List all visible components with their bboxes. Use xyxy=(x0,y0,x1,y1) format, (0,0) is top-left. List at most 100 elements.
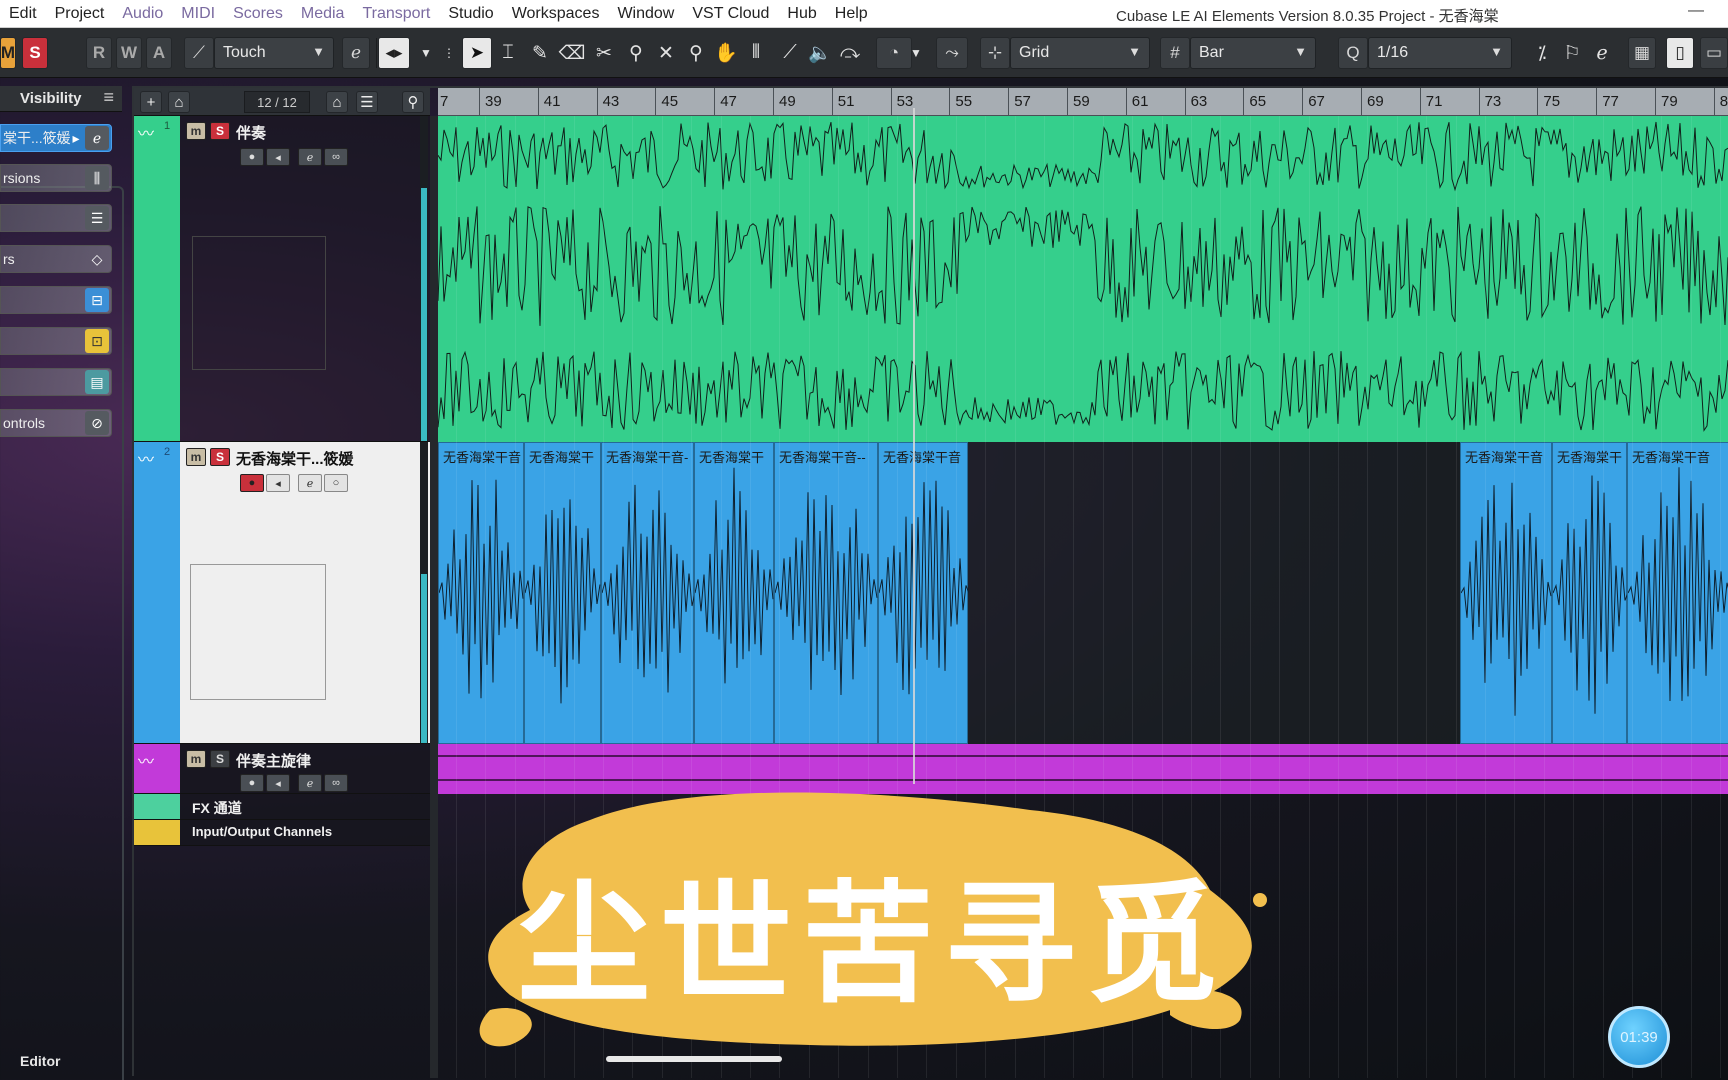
meter-icon[interactable]: ▤ xyxy=(85,370,109,394)
record-enable-icon[interactable]: ● xyxy=(240,148,264,166)
inspector-track-row[interactable]: 棠干...筱媛 ▸ ℯ xyxy=(0,124,112,152)
home-icon[interactable]: ⌂ xyxy=(326,91,348,113)
audio-event-vocal[interactable]: 无香海棠干音 xyxy=(1627,442,1728,744)
menu-window[interactable]: Window xyxy=(608,5,683,23)
grid-icon[interactable]: # xyxy=(1160,37,1190,69)
warp-tool-icon[interactable]: ⫴ xyxy=(742,37,770,69)
iterative-quantize-icon[interactable]: ⁒ xyxy=(1528,37,1556,69)
object-selection-tool-icon[interactable]: ➤ xyxy=(462,37,492,69)
menu-scores[interactable]: Scores xyxy=(224,5,292,23)
lower-zone-icon[interactable]: ▭ xyxy=(1700,37,1728,69)
audio-event-vocal[interactable]: 无香海棠干 xyxy=(1552,442,1628,744)
solo-all-button[interactable]: S xyxy=(22,37,48,69)
menu-studio[interactable]: Studio xyxy=(439,5,502,23)
inspector-controls-row[interactable]: ontrols ⊘ xyxy=(0,409,112,437)
menu-icon[interactable]: ≡ xyxy=(103,87,114,108)
audio-event-vocal[interactable]: 无香海棠干音- xyxy=(601,442,695,744)
audio-event-vocal[interactable]: 无香海棠干音 xyxy=(878,442,969,744)
visibility-tab[interactable]: Visibility xyxy=(20,90,81,107)
automation-mode-icon[interactable]: ⟋ xyxy=(184,37,214,69)
folder-track-io[interactable]: Input/Output Channels xyxy=(134,820,430,846)
solo-button[interactable]: S xyxy=(210,448,230,466)
record-enable-icon[interactable]: ● xyxy=(240,474,264,492)
mixer-icon[interactable]: ☰ xyxy=(85,206,109,230)
menu-audio[interactable]: Audio xyxy=(113,5,172,23)
automation-mode-dropdown[interactable]: Touch ▼ xyxy=(214,37,334,69)
automation-panel-button[interactable]: A xyxy=(146,37,172,69)
edit-in-place-icon[interactable]: ℯ xyxy=(342,37,370,69)
chevron-down-icon[interactable]: ▼ xyxy=(412,37,440,69)
speaker-icon[interactable]: 🔈 xyxy=(806,37,834,69)
track-header-1[interactable]: 〰 1 m S 伴奏 ● ◂ ℯ ∞ xyxy=(134,116,430,442)
editor-tab[interactable]: Editor xyxy=(20,1053,60,1069)
timeline-ruler[interactable]: 7 39 41 43 45 47 49 51 53 55 57 59 61 63 65 67 69 71 73 75 7… xyxy=(438,88,1728,116)
audio-event-vocal[interactable]: 无香海棠干 xyxy=(524,442,601,744)
link-icon[interactable]: ∞ xyxy=(324,774,348,792)
snap-type-dropdown[interactable]: Grid ▼ xyxy=(1010,37,1150,69)
lane-icon[interactable]: ○ xyxy=(324,474,348,492)
search-icon[interactable]: ⚲ xyxy=(402,91,424,113)
edit-channel-icon[interactable]: ℯ xyxy=(298,148,322,166)
edit-channel-icon[interactable]: ℯ xyxy=(298,774,322,792)
zoom-tool-icon[interactable]: ⚲ xyxy=(682,37,710,69)
menu-edit[interactable]: Edit xyxy=(0,5,46,23)
audio-event-vocal[interactable]: 无香海棠干音 xyxy=(1460,442,1552,744)
solo-button[interactable]: S xyxy=(210,122,230,140)
quantize-dropdown[interactable]: 1/16 ▼ xyxy=(1368,37,1512,69)
mute-all-button[interactable]: M xyxy=(0,37,16,69)
folder-track-fx[interactable]: FX 通道 xyxy=(134,794,430,820)
track-name[interactable]: 伴奏主旋律 xyxy=(236,750,311,771)
flag-icon[interactable]: ⚐ xyxy=(1558,37,1586,69)
mute-button[interactable]: m xyxy=(186,448,206,466)
splitter[interactable] xyxy=(430,116,438,1078)
split-tool-icon[interactable]: ✂ xyxy=(590,37,618,69)
audio-event-vocal[interactable]: 无香海棠干音 xyxy=(438,442,524,744)
notepad-icon[interactable]: ⊡ xyxy=(85,329,109,353)
folder-add-icon[interactable]: ⌂ xyxy=(168,91,190,113)
menu-hub[interactable]: Hub xyxy=(778,5,825,23)
line-tool-icon[interactable]: ⟋ xyxy=(776,37,804,69)
project-cursor[interactable] xyxy=(913,108,915,784)
track-name[interactable]: 伴奏 xyxy=(236,122,266,143)
audio-event-vocal[interactable]: 无香海棠干 xyxy=(694,442,774,744)
menu-project[interactable]: Project xyxy=(46,5,114,23)
link-icon[interactable]: ∞ xyxy=(324,148,348,166)
inspector-notepad-row[interactable]: ⊡ xyxy=(0,327,112,355)
versions-icon[interactable]: ⫼ xyxy=(85,166,109,190)
inspector-markers-row[interactable]: rs ◇ xyxy=(0,245,112,273)
range-selection-tool-icon[interactable]: ⌶ xyxy=(494,37,522,69)
chevron-down-icon[interactable]: ▼ xyxy=(902,37,930,69)
keyboard-icon[interactable]: ▦ xyxy=(1628,37,1656,69)
monitor-icon[interactable]: ◂ xyxy=(266,774,290,792)
inspector-fader-row[interactable]: ⊟ xyxy=(0,286,112,314)
circle-slash-icon[interactable]: ⊘ xyxy=(85,411,109,435)
erase-tool-icon[interactable]: ⌫ xyxy=(558,37,586,69)
hand-tool-icon[interactable]: ✋ xyxy=(712,37,740,69)
left-zone-icon[interactable]: ▯ xyxy=(1666,37,1694,69)
mute-button[interactable]: m xyxy=(186,750,206,768)
menu-help[interactable]: Help xyxy=(826,5,877,23)
color-tool-icon[interactable]: ⤼ xyxy=(836,37,864,69)
menu-workspaces[interactable]: Workspaces xyxy=(503,5,609,23)
menu-midi[interactable]: MIDI xyxy=(172,5,224,23)
quantize-icon[interactable]: Q xyxy=(1338,37,1368,69)
read-automation-button[interactable]: R xyxy=(86,37,112,69)
track-name[interactable]: 无香海棠干...筱媛 xyxy=(236,448,354,469)
horizontal-scrollbar[interactable] xyxy=(606,1056,782,1062)
mute-button[interactable]: m xyxy=(186,122,206,140)
fader-icon[interactable]: ⊟ xyxy=(85,288,109,312)
glue-tool-icon[interactable]: ⚲ xyxy=(622,37,650,69)
edit-icon[interactable]: ℯ xyxy=(85,126,109,150)
grid-type-dropdown[interactable]: Bar ▼ xyxy=(1190,37,1316,69)
menu-vst-cloud[interactable]: VST Cloud xyxy=(683,5,778,23)
mute-tool-icon[interactable]: ✕ xyxy=(652,37,680,69)
track-header-3[interactable]: 〰 m S 伴奏主旋律 ● ◂ ℯ ∞ xyxy=(134,744,430,794)
track-header-2[interactable]: 〰 2 m S 无香海棠干...筱媛 ● ◂ ℯ ○ xyxy=(134,442,430,744)
menu-media[interactable]: Media xyxy=(292,5,354,23)
menu-transport[interactable]: Transport xyxy=(353,5,439,23)
auto-scroll-icon[interactable]: ⤳ xyxy=(936,37,968,69)
solo-button[interactable]: S xyxy=(210,750,230,768)
snap-icon[interactable]: ⊹ xyxy=(980,37,1010,69)
inspector-meter-row[interactable]: ▤ xyxy=(0,368,112,396)
constrain-delay-icon[interactable]: ◂▸ xyxy=(378,37,410,69)
